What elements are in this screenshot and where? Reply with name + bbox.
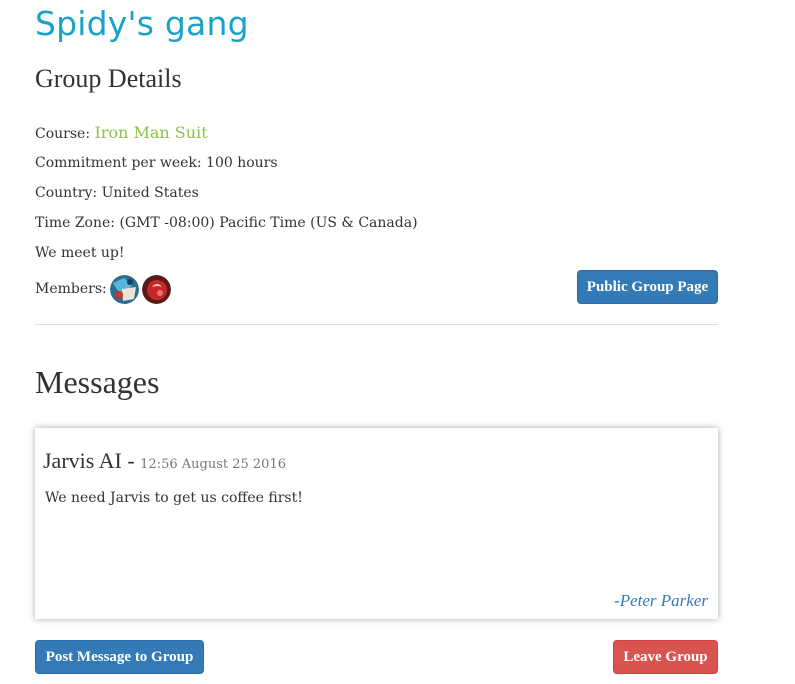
meet-up-text: We meet up!: [35, 245, 125, 261]
commitment-text: Commitment per week: 100 hours: [35, 155, 278, 171]
post-message-button[interactable]: Post Message to Group: [35, 640, 204, 674]
message-timestamp: 12:56 August 25 2016: [140, 457, 286, 472]
member-avatar[interactable]: [141, 274, 171, 304]
message-title: Jarvis AI: [43, 448, 122, 473]
members-row: Members:: [35, 272, 171, 306]
page: Spidy's gang Group Details Course: Iron …: [0, 0, 795, 684]
message-separator: -: [121, 448, 141, 473]
messages-heading: Messages: [35, 364, 160, 400]
message-body: We need Jarvis to get us coffee first!: [45, 490, 303, 506]
time-zone-text: Time Zone: (GMT -08:00) Pacific Time (US…: [35, 215, 418, 231]
message-author: -Peter Parker: [614, 591, 708, 610]
course-link[interactable]: Iron Man Suit: [95, 123, 208, 142]
members-label: Members:: [35, 281, 107, 297]
course-label: Course:: [35, 126, 91, 142]
message-card: Jarvis AI - 12:56 August 25 2016 We need…: [35, 428, 718, 619]
message-header: Jarvis AI - 12:56 August 25 2016: [43, 448, 286, 474]
group-name-title: Spidy's gang: [35, 4, 249, 43]
member-avatar[interactable]: [109, 274, 139, 304]
group-details-heading: Group Details: [35, 64, 182, 93]
country-text: Country: United States: [35, 185, 199, 201]
public-group-page-button[interactable]: Public Group Page: [577, 270, 718, 304]
leave-group-button[interactable]: Leave Group: [613, 640, 718, 674]
divider: [35, 324, 718, 325]
course-row: Course: Iron Man Suit: [35, 123, 208, 142]
